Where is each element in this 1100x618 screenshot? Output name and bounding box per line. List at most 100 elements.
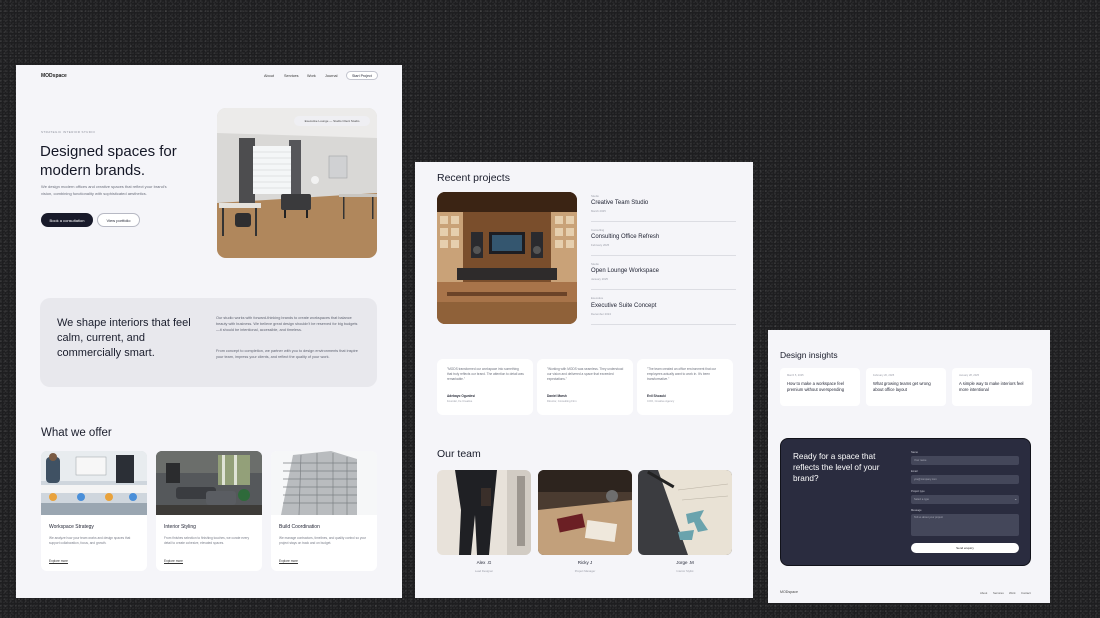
footer-link-work[interactable]: Work	[1009, 591, 1015, 595]
testimonial-author: Adebayo Ogunlesi	[447, 394, 475, 398]
footer-link-services[interactable]: Services	[993, 591, 1004, 595]
project-type-select[interactable]: Select a type	[911, 495, 1019, 504]
footer-link-contact[interactable]: Contact	[1021, 591, 1031, 595]
nav-link-work[interactable]: Work	[307, 74, 316, 78]
interior-styling-image	[156, 451, 262, 515]
project-name[interactable]: Executive Suite Concept	[591, 303, 656, 309]
project-date: March 2025	[591, 209, 606, 213]
divider	[591, 324, 736, 325]
message-label: Message	[911, 509, 922, 512]
testimonial-author: Evil Shozuki	[647, 394, 666, 398]
testimonial-quote: "The team created an office environment …	[647, 367, 717, 381]
testimonial-author: Daniel Marsh	[547, 394, 567, 398]
service-card[interactable]: Build Coordination We manage contractors…	[271, 451, 377, 571]
project-date: February 2025	[591, 243, 610, 247]
testimonial-role: COO, Creative Agency	[647, 400, 675, 403]
project-category: Studio	[591, 262, 599, 266]
contact-cta-panel: Ready for a space that reflects the leve…	[780, 438, 1031, 566]
email-field[interactable]: you@company.com	[911, 475, 1019, 484]
team-member-name: Jorge .M	[676, 560, 694, 565]
service-description: We analyze how your team works and desig…	[49, 536, 131, 545]
divider	[591, 255, 736, 256]
hero-title: Designed spaces for modern brands.	[40, 143, 177, 179]
testimonial-quote: "Working with MODS was seamless. They un…	[547, 367, 624, 381]
testimonial-role: Founder, Fe Creative	[447, 400, 473, 403]
email-label: Email	[911, 470, 918, 473]
team-member-role: Project Manager	[574, 569, 596, 573]
insight-date: January 28, 2025	[959, 374, 980, 377]
project-name[interactable]: Open Lounge Workspace	[591, 268, 659, 274]
divider	[591, 289, 736, 290]
send-enquiry-button[interactable]: Send enquiry	[911, 543, 1019, 553]
insight-title: A simple way to make interiors feel more…	[959, 381, 1024, 392]
insight-card[interactable]: January 28, 2025 A simple way to make in…	[952, 368, 1032, 406]
testimonial-card: "The team created an office environment …	[637, 359, 733, 415]
testimonial-role: Director, Consulting Firm	[547, 400, 577, 403]
footer-logo[interactable]: MODspace	[780, 590, 798, 594]
insight-title: How to make a workspace feel premium wit…	[787, 381, 845, 392]
featured-project-image[interactable]	[437, 192, 577, 324]
insight-date: March 5, 2025	[787, 374, 804, 377]
testimonial-card: "Working with MODS was seamless. They un…	[537, 359, 633, 415]
team-photo-alex	[437, 470, 531, 555]
explore-more-link[interactable]: Explore more	[279, 559, 298, 563]
our-team-title: Our team	[437, 448, 481, 460]
homepage-mockup: MODspace About Services Work Journal Sta…	[16, 65, 402, 598]
service-description: From finishes selection to finishing tou…	[164, 536, 250, 545]
start-project-button[interactable]: Start Project	[346, 71, 378, 80]
project-category: Studio	[591, 194, 599, 198]
insight-title: What growing teams get wrong about offic…	[873, 381, 931, 392]
nav-link-about[interactable]: About	[264, 74, 274, 78]
team-member-role: Lead Designer	[474, 569, 494, 573]
design-insights-title: Design insights	[780, 350, 838, 360]
team-member-role: Interior Stylist	[676, 569, 694, 573]
name-field[interactable]: Your name	[911, 456, 1019, 465]
about-title: We shape interiors that feel calm, curre…	[57, 317, 191, 359]
testimonial-quote: "MODS transformed our workspace into som…	[447, 367, 524, 381]
hero-image	[217, 108, 377, 258]
team-member-name: Alex .G	[476, 560, 492, 565]
workspace-strategy-image	[41, 451, 147, 515]
view-portfolio-button[interactable]: View portfolio	[97, 213, 140, 227]
project-date: January 2025	[591, 277, 608, 281]
about-paragraph-2: From concept to completion, we partner w…	[216, 349, 358, 360]
team-photo-jorge	[638, 470, 732, 555]
nav-logo[interactable]: MODspace	[41, 73, 67, 79]
project-date: December 2024	[591, 312, 611, 316]
explore-more-link[interactable]: Explore more	[164, 559, 183, 563]
cta-title: Ready for a space that reflects the leve…	[793, 452, 880, 483]
about-paragraph-1: Our studio works with forward-thinking b…	[216, 316, 358, 333]
team-member-photo[interactable]	[538, 470, 632, 555]
divider	[591, 221, 736, 222]
projects-page-mockup: Recent projects Studio Creative Team Stu…	[415, 162, 753, 598]
service-title: Build Coordination	[279, 524, 320, 530]
service-card[interactable]: Workspace Strategy We analyze how your t…	[41, 451, 147, 571]
nav-link-services[interactable]: Services	[284, 74, 299, 78]
footer-link-about[interactable]: About	[980, 591, 987, 595]
offer-title: What we offer	[41, 427, 112, 439]
insight-card[interactable]: February 20, 2025 What growing teams get…	[866, 368, 946, 406]
chevron-down-icon: ⌄	[1014, 496, 1018, 501]
team-member-photo[interactable]	[437, 470, 531, 555]
project-name[interactable]: Consulting Office Refresh	[591, 234, 659, 240]
team-member-photo[interactable]	[638, 470, 732, 555]
recent-projects-title: Recent projects	[437, 172, 510, 184]
hero-eyebrow: Strategic interior studio	[41, 130, 96, 134]
office-room-illustration	[217, 108, 377, 258]
project-type-label: Project type	[911, 490, 925, 493]
project-label-chip: Executive Lounge — Studio Client Studio	[294, 116, 370, 126]
message-field[interactable]: Tell us about your project	[911, 514, 1019, 536]
testimonial-card: "MODS transformed our workspace into som…	[437, 359, 533, 415]
nav-link-journal[interactable]: Journal	[325, 74, 337, 78]
insight-card[interactable]: March 5, 2025 How to make a workspace fe…	[780, 368, 860, 406]
recording-studio-illustration	[437, 192, 577, 324]
project-name[interactable]: Creative Team Studio	[591, 200, 648, 206]
explore-more-link[interactable]: Explore more	[49, 559, 68, 563]
book-consultation-button[interactable]: Book a consultation	[41, 213, 93, 227]
project-category: Executive	[591, 296, 604, 300]
service-title: Workspace Strategy	[49, 524, 94, 530]
service-description: We manage contractors, timelines, and qu…	[279, 536, 367, 545]
hero-subtitle: We design modern offices and creative sp…	[41, 184, 167, 196]
name-label: Name	[911, 451, 918, 454]
service-card[interactable]: Interior Styling From finishes selection…	[156, 451, 262, 571]
